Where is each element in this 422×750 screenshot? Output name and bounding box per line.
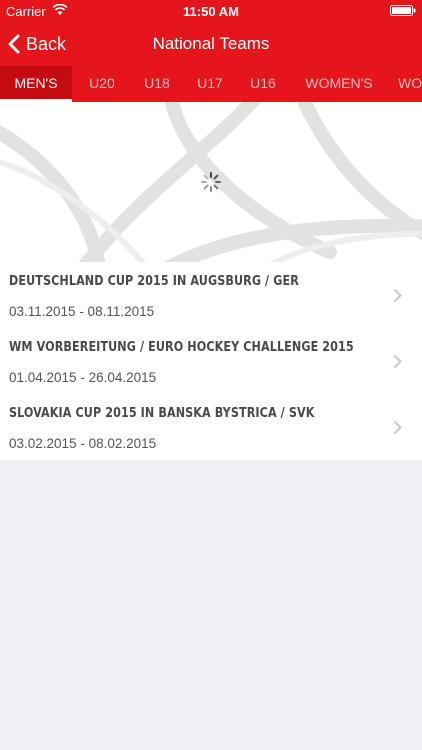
list-item[interactable]: DEUTSCHLAND CUP 2015 IN AUGSBURG / GER 0… (0, 262, 422, 328)
list-item[interactable]: SLOVAKIA CUP 2015 IN BANSKA BYSTRICA / S… (0, 394, 422, 460)
event-list: DEUTSCHLAND CUP 2015 IN AUGSBURG / GER 0… (0, 262, 422, 460)
page-title: National Teams (152, 34, 270, 53)
tab-u18[interactable]: U18 (130, 66, 184, 102)
tab-womens[interactable]: WOMEN'S (292, 66, 386, 102)
navigation-bar: Back National Teams (0, 22, 422, 66)
list-item[interactable]: WM VORBEREITUNG / EURO HOCKEY CHALLENGE … (0, 328, 422, 394)
tab-mens[interactable]: MEN'S (0, 66, 72, 102)
event-title: WM VORBEREITUNG / EURO HOCKEY CHALLENGE … (9, 339, 354, 355)
tab-womens-partial[interactable]: WO (398, 66, 422, 102)
event-dates: 03.02.2015 - 08.02.2015 (9, 436, 157, 451)
team-tabs: MEN'S U20 U18 U17 U16 WOMEN'S WO (0, 66, 422, 102)
tab-u20[interactable]: U20 (74, 66, 130, 102)
event-dates: 01.04.2015 - 26.04.2015 (9, 370, 157, 385)
chevron-right-icon (393, 420, 402, 435)
status-bar: Carrier 11:50 AM (0, 0, 422, 22)
status-time: 11:50 AM (183, 4, 239, 19)
tab-u16[interactable]: U16 (237, 66, 289, 102)
tab-u17[interactable]: U17 (184, 66, 236, 102)
event-title: DEUTSCHLAND CUP 2015 IN AUGSBURG / GER (9, 273, 299, 289)
battery-icon (390, 5, 416, 16)
chevron-right-icon (393, 288, 402, 303)
chevron-right-icon (393, 354, 402, 369)
banner-image (0, 102, 422, 262)
spinner-icon (201, 172, 221, 192)
event-dates: 03.11.2015 - 08.11.2015 (9, 304, 155, 319)
event-title: SLOVAKIA CUP 2015 IN BANSKA BYSTRICA / S… (9, 405, 315, 421)
ice-rink-background (0, 102, 422, 262)
app-header: Carrier 11:50 AM Back National Teams MEN… (0, 0, 422, 102)
